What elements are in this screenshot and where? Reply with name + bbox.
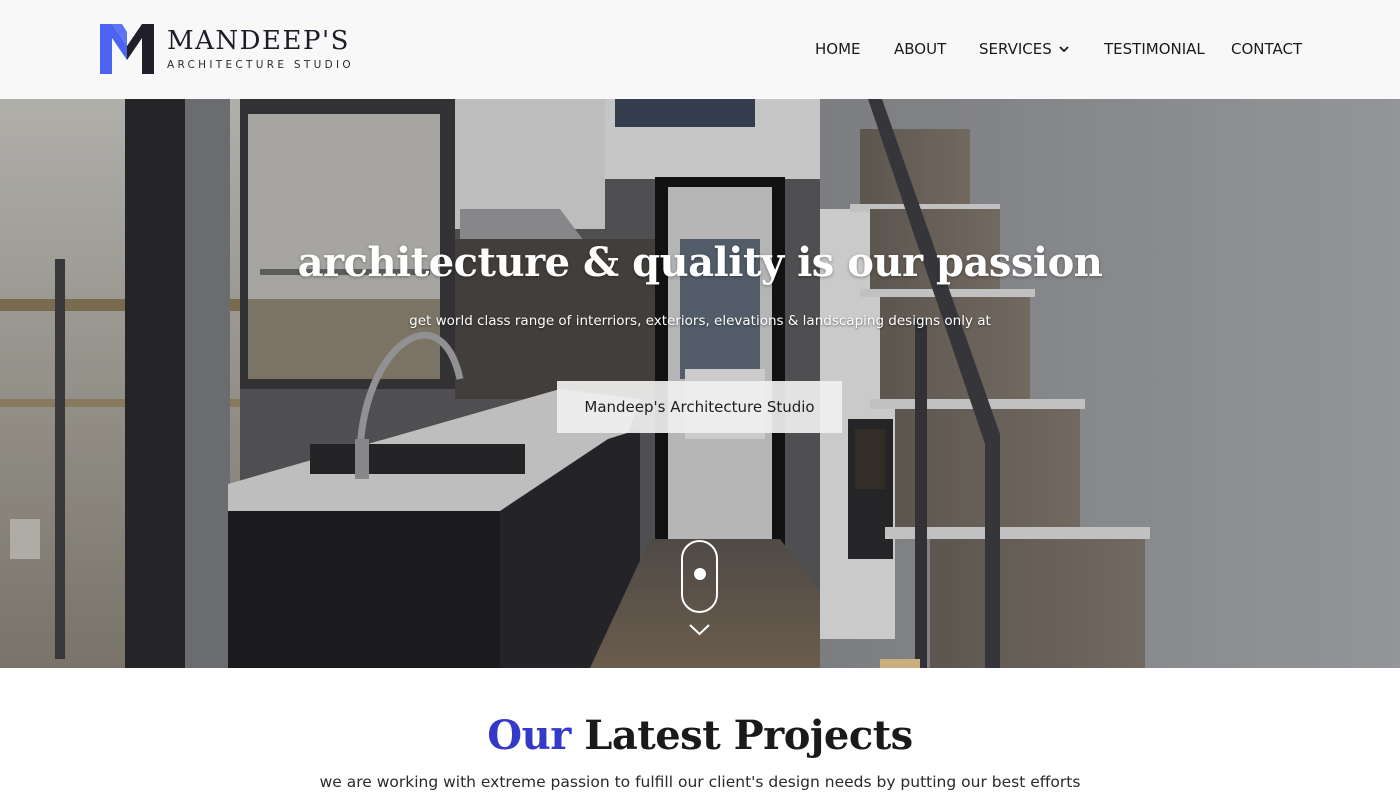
scroll-dot [694,568,706,580]
latest-projects-section: Our Latest Projects we are working with … [0,668,1400,800]
brand-tagline: ARCHITECTURE STUDIO [167,59,354,71]
studio-button[interactable]: Mandeep's Architecture Studio [557,381,842,433]
nav-contact[interactable]: CONTACT [1231,40,1302,58]
brand-name: MANDEEP'S [167,26,350,56]
nav-services[interactable]: SERVICES [979,40,1070,58]
logo-mark-icon [100,24,154,74]
hero-subtitle: get world class range of interriors, ext… [409,313,991,329]
projects-title: Our Latest Projects [0,712,1400,759]
chevron-down-icon[interactable] [688,623,711,637]
nav-home[interactable]: HOME [815,40,861,58]
hero-banner: architecture & quality is our passion ge… [0,99,1400,668]
nav-about[interactable]: ABOUT [894,40,946,58]
brand-logo[interactable]: MANDEEP'S ARCHITECTURE STUDIO [100,23,354,75]
projects-subtitle: we are working with extreme passion to f… [319,773,1081,791]
site-header: MANDEEP'S ARCHITECTURE STUDIO HOME ABOUT… [0,0,1400,99]
nav-testimonial[interactable]: TESTIMONIAL [1104,40,1205,58]
mouse-scroll-icon[interactable] [681,540,718,613]
chevron-down-icon [1059,46,1069,53]
hero-title: architecture & quality is our passion [297,239,1103,286]
projects-title-accent: Our [487,712,571,759]
nav-services-label: SERVICES [979,40,1052,58]
projects-title-rest: Latest Projects [570,712,913,759]
